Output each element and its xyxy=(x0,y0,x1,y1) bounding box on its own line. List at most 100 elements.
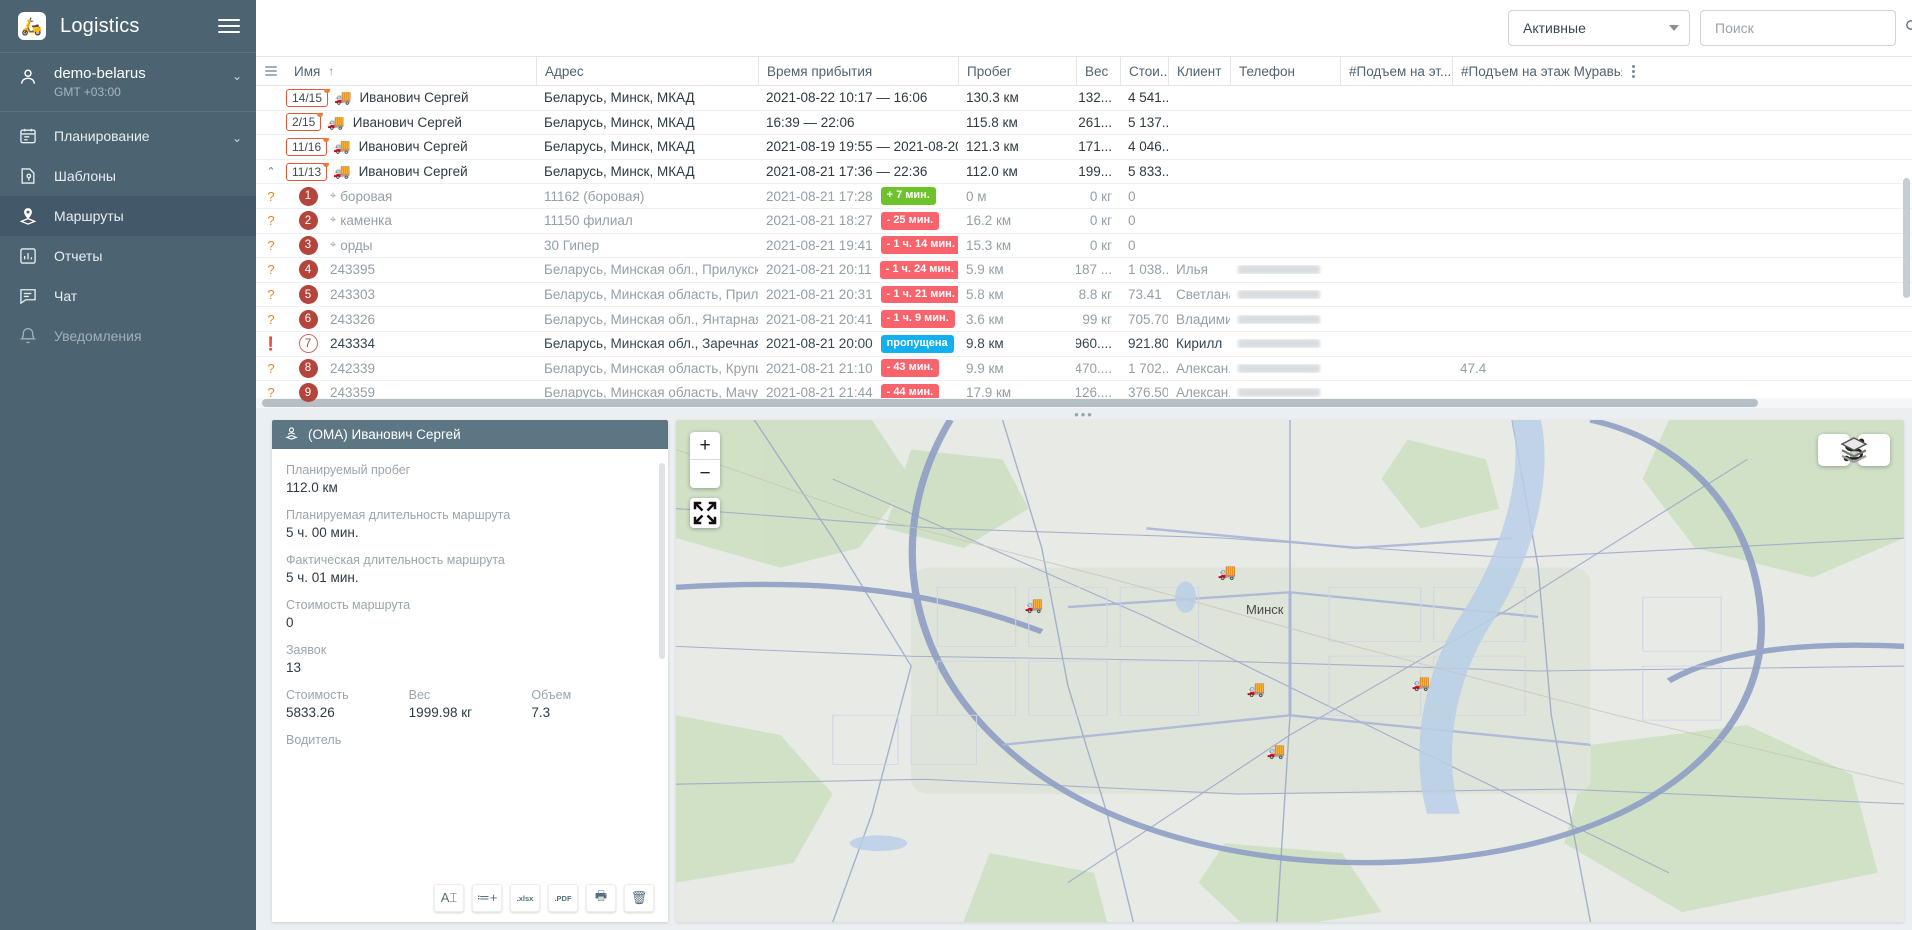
search-box[interactable] xyxy=(1700,10,1912,46)
rename-route-button[interactable]: A⌶ xyxy=(434,884,464,912)
map-view[interactable]: + − Минск 🚚 🚚 🚚 🚚 🚚 xyxy=(676,420,1904,922)
detail-field-driver: Водитель xyxy=(286,733,654,747)
cell-weight: 470.... xyxy=(1076,360,1112,376)
phone-redacted xyxy=(1238,314,1320,324)
fullscreen-button[interactable] xyxy=(690,498,720,528)
table-row-stop[interactable]: ❗ 7 243334 Беларусь, Минская обл., Заречная… xyxy=(256,332,1912,357)
driver-pin-icon xyxy=(284,426,299,444)
cell-cost: 5 137.... xyxy=(1128,114,1168,130)
table-options-button[interactable] xyxy=(1622,57,1644,85)
delete-route-button[interactable]: 🗑 xyxy=(624,884,654,912)
question-circle-icon[interactable]: ? xyxy=(258,312,284,327)
question-circle-icon[interactable]: ? xyxy=(258,287,284,302)
table-row-route[interactable]: 14/15 🚚 Иванович Сергей Беларусь, Минск, МК… xyxy=(256,86,1912,111)
cell-arrival-time: 16:39 — 22:06 xyxy=(758,115,958,130)
cell-cost: 705.70 xyxy=(1128,311,1168,327)
truck-marker-4[interactable]: 🚚 xyxy=(1406,672,1436,694)
cell-arrival-time: 2021-08-21 20:00 пропущена xyxy=(758,334,958,353)
map-layers-button[interactable] xyxy=(1840,434,1890,466)
column-selector-button[interactable] xyxy=(256,57,286,85)
export-pdf-button[interactable]: .PDF xyxy=(548,884,578,912)
status-filter-select[interactable]: Активные xyxy=(1508,10,1690,46)
chevron-down-icon[interactable]: ⌄ xyxy=(232,131,242,145)
table-row-route[interactable]: ⌃ 11/13 🚚 Иванович Сергей Беларусь, Минск, М… xyxy=(256,160,1912,185)
zoom-in-button[interactable]: + xyxy=(690,432,720,460)
zoom-out-button[interactable]: − xyxy=(690,460,720,488)
map-city-label: Минск xyxy=(1246,602,1284,617)
table-row-route[interactable]: 11/16 🚚 Иванович Сергей Беларусь, Минск, МК… xyxy=(256,135,1912,160)
phone-redacted xyxy=(1238,265,1320,275)
search-icon[interactable] xyxy=(1904,18,1912,39)
table-vertical-scrollbar[interactable] xyxy=(1903,90,1910,390)
sidebar-item-templates[interactable]: Шаблоны xyxy=(0,156,256,196)
column-header-arrival-time[interactable]: Время прибытия xyxy=(758,57,958,85)
sidebar-item-chat[interactable]: Чат xyxy=(0,276,256,316)
hamburger-icon[interactable] xyxy=(218,19,240,33)
cell-cost: 5 833.... xyxy=(1128,164,1168,180)
detail-panel-scrollbar[interactable] xyxy=(659,463,665,659)
column-label: Стои... xyxy=(1129,63,1168,79)
map-zoom-controls[interactable]: + − xyxy=(690,432,720,488)
table-row-stop[interactable]: ? 3 ⌖ орды 30 Гипер 2021-08-21 19:41 - 1 ч. 14… xyxy=(256,234,1912,259)
column-header-weight[interactable]: Вес xyxy=(1076,57,1120,85)
sidebar-item-reports[interactable]: Отчеты xyxy=(0,236,256,276)
question-circle-icon[interactable]: ? xyxy=(258,189,284,204)
sidebar-item-planning[interactable]: Планирование ⌄ xyxy=(0,116,256,156)
column-header-client[interactable]: Клиент xyxy=(1168,57,1230,85)
row-status-cell: ? xyxy=(256,189,286,204)
table-row-stop[interactable]: ? 6 243326 Беларусь, Минская обл., Янтарная… xyxy=(256,307,1912,332)
cell-address: 11162 (боровая) xyxy=(544,188,645,204)
sidebar-user[interactable]: demo-belarus GMT +03:00 ⌄ xyxy=(0,53,256,112)
stop-name-text: орды xyxy=(340,237,373,253)
sidebar-item-label: Маршруты xyxy=(54,208,124,224)
column-header-mileage[interactable]: Пробег xyxy=(958,57,1076,85)
table-row-stop[interactable]: ? 4 243395 Беларусь, Минская обл., Прилукск… xyxy=(256,258,1912,283)
stops-progress-badge[interactable]: 14/15 xyxy=(286,88,331,107)
column-header-name[interactable]: Имя ↑ xyxy=(286,57,536,85)
table-row-stop[interactable]: ? 8 242339 Беларусь, Минская область, Крупи… xyxy=(256,357,1912,382)
stat-value: 1999.98 кг xyxy=(408,705,473,720)
question-circle-icon[interactable]: ? xyxy=(258,213,284,228)
question-circle-icon[interactable]: ? xyxy=(258,262,284,277)
stops-progress-badge[interactable]: 11/13 xyxy=(286,162,330,181)
column-header-address[interactable]: Адрес xyxy=(536,57,758,85)
row-status-cell: ❗ xyxy=(256,336,286,352)
add-order-button[interactable]: ≔+ xyxy=(472,884,502,912)
exclamation-circle-icon[interactable]: ❗ xyxy=(258,336,284,352)
export-xlsx-button[interactable]: .xlsx xyxy=(510,884,540,912)
row-expand-cell[interactable]: ⌃ xyxy=(256,165,286,178)
table-row-stop[interactable]: ? 5 243303 Беларусь, Минская область, Прилу… xyxy=(256,283,1912,308)
column-header-cost[interactable]: Стои... xyxy=(1120,57,1168,85)
cell-address: Беларусь, Минская область, Крупица, П... xyxy=(544,360,758,376)
truck-marker-5[interactable]: 🚚 xyxy=(1261,740,1291,762)
arrival-time-text: 2021-08-21 18:27 xyxy=(766,213,873,229)
splitter-handle[interactable]: ••• xyxy=(256,407,1912,422)
chevron-up-icon[interactable]: ⌃ xyxy=(264,165,278,178)
table-row-stop[interactable]: ? 2 ⌖ каменка 11150 филиал 2021-08-21 18:27 - … xyxy=(256,209,1912,234)
cell-address: Беларусь, Минская область, Прилуки, ... xyxy=(544,287,758,303)
printer-icon: 🖶 xyxy=(594,888,608,903)
sidebar-item-routes[interactable]: Маршруты xyxy=(0,196,256,236)
search-input[interactable] xyxy=(1713,19,1898,37)
sidebar-item-notifications[interactable]: Уведомления xyxy=(0,316,256,356)
column-header-lift-floor[interactable]: #Подъем на эт... xyxy=(1340,57,1452,85)
stops-progress-badge[interactable]: 11/16 xyxy=(286,137,330,156)
arrival-deviation-badge: пропущена xyxy=(880,334,954,353)
print-button[interactable]: 🖶 xyxy=(586,884,616,912)
question-circle-icon[interactable]: ? xyxy=(258,238,284,253)
table-horizontal-scrollbar[interactable] xyxy=(256,398,1912,408)
field-label: Водитель xyxy=(286,733,342,747)
stop-number: 1 xyxy=(298,186,318,206)
chevron-down-icon[interactable]: ⌄ xyxy=(232,69,242,83)
truck-marker-2[interactable]: 🚚 xyxy=(1019,594,1049,616)
stops-progress-badge[interactable]: 2/15 xyxy=(286,113,324,132)
table-row-stop[interactable]: ? 1 ⌖ боровая 11162 (боровая) 2021-08-21 17:2… xyxy=(256,184,1912,209)
app-root: 🛵 Logistics demo-belarus GMT +03:00 ⌄ Пл… xyxy=(0,0,1912,930)
more-vertical-icon xyxy=(1631,64,1635,78)
truck-marker-1[interactable]: 🚚 xyxy=(1212,561,1242,583)
table-row-route[interactable]: 2/15 🚚 Иванович Сергей Беларусь, Минск, МКА… xyxy=(256,111,1912,136)
question-circle-icon[interactable]: ? xyxy=(258,361,284,376)
truck-marker-3[interactable]: 🚚 xyxy=(1241,678,1271,700)
column-header-lift-floor-muravya[interactable]: #Подъем на этаж Муравья xyxy=(1452,57,1622,85)
column-header-phone[interactable]: Телефон xyxy=(1230,57,1340,85)
